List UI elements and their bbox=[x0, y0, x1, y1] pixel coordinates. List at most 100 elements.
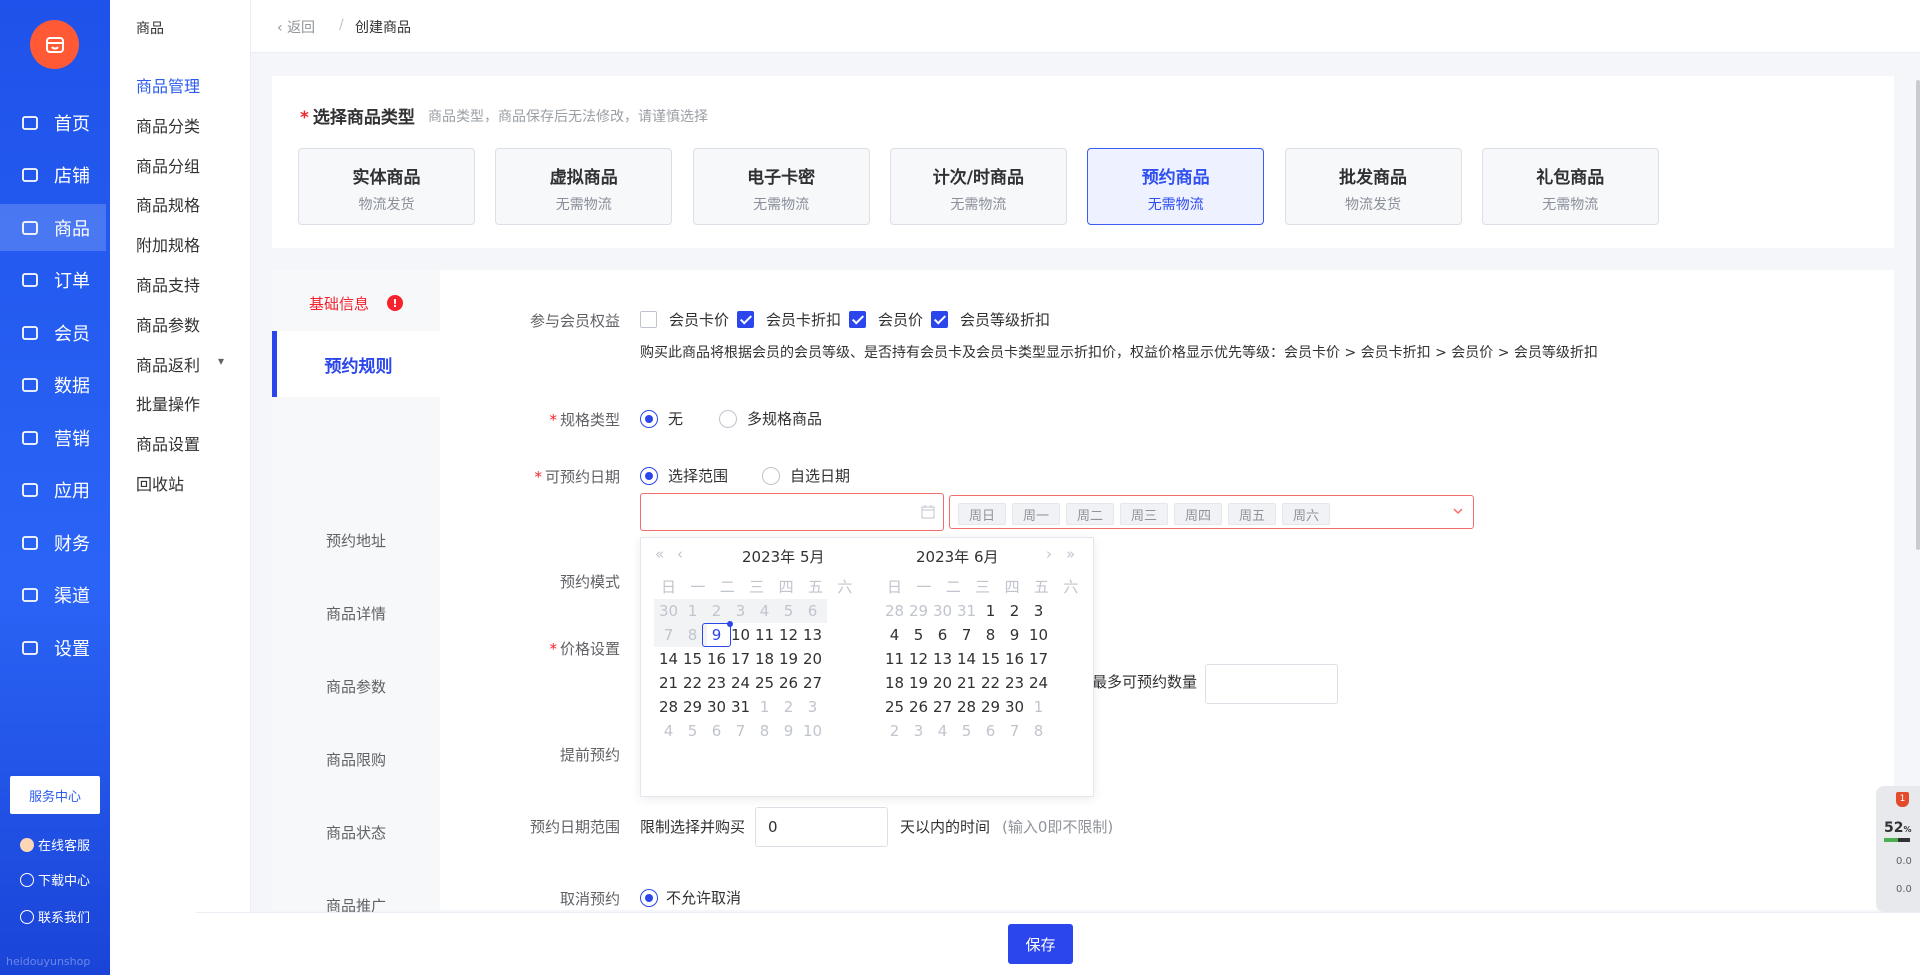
sidebar-item-5[interactable]: 数据 bbox=[0, 362, 106, 409]
calendar-day[interactable]: 27 bbox=[798, 671, 827, 695]
submenu-item[interactable]: 商品分组 bbox=[136, 153, 200, 177]
scrollbar[interactable] bbox=[1916, 80, 1920, 550]
calendar-day[interactable]: 8 bbox=[1024, 719, 1053, 743]
tab-item[interactable]: 基础信息! bbox=[272, 270, 440, 336]
max-booking-input[interactable] bbox=[1205, 664, 1338, 704]
member-option-label: 会员等级折扣 bbox=[960, 311, 1051, 329]
prev-year-button[interactable]: « bbox=[655, 545, 664, 563]
app-logo[interactable] bbox=[30, 20, 79, 69]
next-month-button[interactable]: › bbox=[1046, 545, 1052, 563]
breadcrumb-separator: / bbox=[339, 17, 344, 33]
weekday-head: 六 bbox=[1063, 577, 1079, 596]
calendar-day[interactable]: 17 bbox=[1024, 647, 1053, 671]
save-button[interactable]: 保存 bbox=[1008, 924, 1073, 964]
bookable-date-options: 选择范围 自选日期 bbox=[640, 465, 884, 486]
member-option[interactable]: 会员卡折扣 bbox=[737, 309, 841, 330]
submenu-item[interactable]: 商品参数 bbox=[136, 312, 200, 336]
product-type-card-item[interactable]: 批发商品 物流发货 bbox=[1284, 148, 1462, 225]
tab-item[interactable]: 商品详情 bbox=[272, 580, 440, 646]
submenu-item[interactable]: 附加规格 bbox=[136, 232, 200, 256]
calendar-day[interactable]: 3 bbox=[1024, 599, 1053, 623]
tab-item[interactable]: 商品限购 bbox=[272, 726, 440, 792]
channel-icon bbox=[20, 585, 40, 605]
sidebar-item-4[interactable]: 会员 bbox=[0, 309, 106, 356]
sidebar-item-2[interactable]: 商品 bbox=[0, 204, 106, 251]
product-type-card-item[interactable]: 虚拟商品 无需物流 bbox=[495, 148, 673, 225]
submenu-item[interactable]: 商品管理 bbox=[136, 73, 200, 97]
tab-item[interactable]: 商品参数 bbox=[272, 653, 440, 719]
service-center-button[interactable]: 服务中心 bbox=[10, 776, 100, 814]
calendar-day[interactable]: 24 bbox=[1024, 671, 1053, 695]
booking-mode-label: 预约模式 bbox=[559, 573, 620, 591]
radio-option[interactable]: 自选日期 bbox=[762, 465, 850, 486]
weekday-head: 五 bbox=[1033, 577, 1049, 596]
caret-down-icon[interactable]: ▾ bbox=[218, 354, 224, 368]
weekday-select[interactable]: 周日 周一 周二 周三 周四 周五 周六 bbox=[949, 495, 1474, 529]
sidebar-item-6[interactable]: 营销 bbox=[0, 414, 106, 461]
tag-icon bbox=[20, 428, 40, 448]
goods-submenu: 商品 商品管理 商品分类 商品分组 商品规格 附加规格 商品支持 商品参数 商品返利 批量操作商… bbox=[110, 0, 251, 975]
radio-option[interactable]: 无 bbox=[640, 408, 683, 429]
cancel-option[interactable]: 不允许取消 bbox=[640, 887, 741, 908]
radio-label: 多规格商品 bbox=[747, 410, 823, 428]
sidebar-item-label: 渠道 bbox=[54, 586, 90, 607]
sidebar-item-3[interactable]: 订单 bbox=[0, 257, 106, 304]
home-icon bbox=[20, 113, 40, 133]
tab-item[interactable]: 预约规则 bbox=[272, 331, 440, 397]
radio-option[interactable]: 选择范围 bbox=[640, 465, 728, 486]
product-type-card-item[interactable]: 预约商品 无需物流 bbox=[1087, 148, 1265, 225]
sidebar-item-0[interactable]: 首页 bbox=[0, 99, 106, 146]
tab-item[interactable]: 商品状态 bbox=[272, 799, 440, 865]
product-type-card-item[interactable]: 计次/时商品 无需物流 bbox=[889, 148, 1067, 225]
breadcrumb-current: 创建商品 bbox=[355, 20, 411, 36]
product-type-card-item[interactable]: 礼包商品 无需物流 bbox=[1481, 148, 1659, 225]
sidebar-item-10[interactable]: 设置 bbox=[0, 624, 106, 671]
submenu-item[interactable]: 商品支持 bbox=[136, 272, 200, 296]
download-center-link[interactable]: 下载中心 bbox=[20, 870, 90, 889]
sidebar-item-1[interactable]: 店铺 bbox=[0, 152, 106, 199]
contact-us-link[interactable]: 联系我们 bbox=[20, 907, 90, 926]
calendar-day[interactable]: 6 bbox=[798, 599, 827, 623]
chevron-down-icon bbox=[1453, 508, 1463, 515]
submenu-item[interactable]: 回收站 bbox=[136, 471, 184, 495]
weekday-head: 四 bbox=[778, 577, 794, 596]
submenu-item[interactable]: 商品设置 bbox=[136, 431, 200, 455]
product-type-card-item[interactable]: 实体商品 物流发货 bbox=[298, 148, 475, 225]
date-range-input[interactable] bbox=[640, 493, 944, 531]
calendar-day[interactable]: 10 bbox=[798, 719, 827, 743]
tab-item[interactable]: 预约地址 bbox=[272, 507, 440, 573]
sidebar-item-label: 首页 bbox=[54, 113, 90, 135]
sidebar-item-7[interactable]: 应用 bbox=[0, 467, 106, 514]
calendar-day[interactable]: 1 bbox=[1024, 695, 1053, 719]
submenu-item[interactable]: 商品分类 bbox=[136, 113, 200, 137]
calendar-day[interactable]: 3 bbox=[798, 695, 827, 719]
radio-option[interactable]: 多规格商品 bbox=[719, 408, 822, 429]
sidebar-item-9[interactable]: 渠道 bbox=[0, 572, 106, 619]
submenu-item[interactable]: 批量操作 bbox=[136, 391, 200, 415]
member-option-label: 会员价 bbox=[878, 311, 924, 329]
goods-icon bbox=[20, 218, 40, 238]
tab-label: 基础信息 bbox=[308, 294, 369, 313]
widget-upload: 0.0 bbox=[1896, 856, 1912, 867]
submenu-item[interactable]: 商品规格 bbox=[136, 192, 200, 216]
product-type-name: 虚拟商品 bbox=[549, 168, 618, 188]
prev-month-button[interactable]: ‹ bbox=[677, 545, 683, 563]
member-option[interactable]: 会员价 bbox=[849, 309, 923, 330]
product-type-card-item[interactable]: 电子卡密 无需物流 bbox=[692, 148, 870, 225]
booking-range-input[interactable]: 0 bbox=[755, 807, 888, 847]
radio-icon bbox=[640, 409, 658, 428]
submenu-item[interactable]: 商品返利 bbox=[136, 352, 200, 376]
next-year-button[interactable]: » bbox=[1066, 545, 1075, 563]
member-option[interactable]: 会员卡价 bbox=[640, 309, 729, 330]
online-service-link[interactable]: 在线客服 bbox=[20, 835, 90, 854]
back-link[interactable]: ‹ 返回 bbox=[277, 17, 315, 37]
weekday-head: 四 bbox=[1004, 577, 1020, 596]
calendar-icon bbox=[921, 505, 935, 519]
calendar-day[interactable]: 20 bbox=[798, 647, 827, 671]
calendar-day[interactable]: 10 bbox=[1024, 623, 1053, 647]
member-option[interactable]: 会员等级折扣 bbox=[931, 309, 1050, 330]
booking-range-prefix: 限制选择并购买 bbox=[640, 818, 746, 836]
member-option-label: 会员卡折扣 bbox=[766, 311, 842, 329]
sidebar-item-8[interactable]: 财务 bbox=[0, 519, 106, 566]
calendar-day[interactable]: 13 bbox=[798, 623, 827, 647]
